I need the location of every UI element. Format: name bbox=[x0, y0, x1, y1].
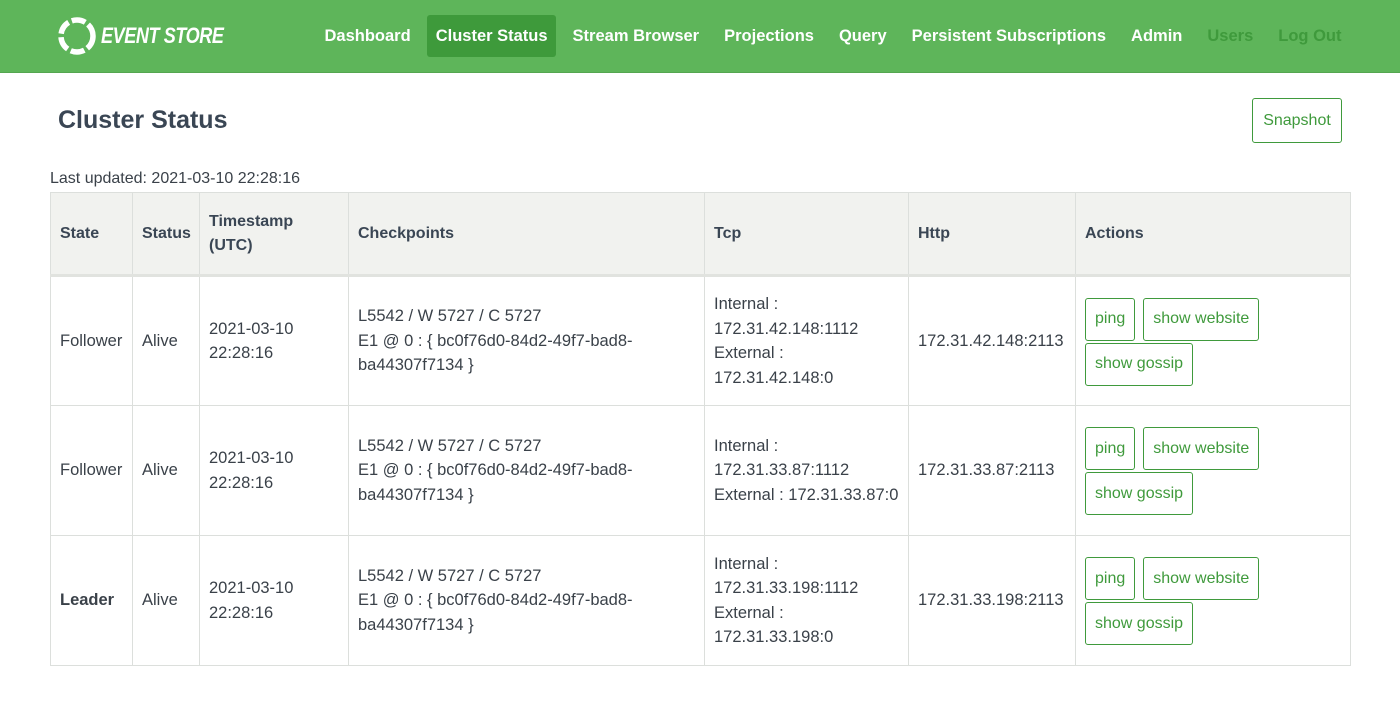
header-http: Http bbox=[908, 192, 1076, 277]
cell-state: Follower bbox=[50, 275, 133, 406]
cell-http: 172.31.33.198:2113 bbox=[908, 535, 1076, 666]
ping-button[interactable]: ping bbox=[1085, 297, 1136, 341]
table-row: Follower Alive 2021-03-10 22:28:16 L5542… bbox=[50, 405, 1351, 536]
cell-timestamp: 2021-03-10 22:28:16 bbox=[199, 405, 349, 536]
event-store-logo[interactable]: EVENT STORE bbox=[58, 16, 250, 56]
header-timestamp: Timestamp (UTC) bbox=[199, 192, 349, 277]
snapshot-button[interactable]: Snapshot bbox=[1252, 98, 1342, 143]
ping-button[interactable]: ping bbox=[1085, 557, 1136, 600]
show-gossip-button[interactable]: show gossip bbox=[1085, 602, 1194, 645]
actions-group: ping show website show gossip bbox=[1085, 555, 1341, 646]
header-status: Status bbox=[132, 192, 200, 277]
checkpoints-positions: L5542 / W 5727 / C 5727 bbox=[358, 307, 542, 326]
cell-status: Alive bbox=[132, 275, 200, 406]
nav-persistent-subscriptions[interactable]: Persistent Subscriptions bbox=[903, 15, 1114, 57]
last-updated-text: Last updated: 2021-03-10 22:28:16 bbox=[50, 170, 300, 187]
table-header-row: State Status Timestamp (UTC) Checkpoints… bbox=[50, 192, 1351, 277]
cell-tcp: Internal : 172.31.33.198:1112 External :… bbox=[704, 535, 909, 666]
tcp-external: External : 172.31.33.198:0 bbox=[714, 603, 834, 647]
page-title: Cluster Status bbox=[58, 106, 228, 134]
cell-state: Leader bbox=[50, 535, 133, 666]
brand-name: EVENT STORE bbox=[101, 23, 224, 48]
show-gossip-button[interactable]: show gossip bbox=[1085, 342, 1194, 386]
show-website-button[interactable]: show website bbox=[1143, 427, 1260, 470]
nav-cluster-status[interactable]: Cluster Status bbox=[427, 15, 557, 57]
main-nav: Dashboard Cluster Status Stream Browser … bbox=[308, 15, 1350, 57]
actions-group: ping show website show gossip bbox=[1085, 425, 1341, 516]
checkpoints-positions: L5542 / W 5727 / C 5727 bbox=[358, 566, 542, 585]
cell-actions: ping show website show gossip bbox=[1075, 535, 1351, 666]
show-website-button[interactable]: show website bbox=[1143, 557, 1260, 600]
cell-actions: ping show website show gossip bbox=[1075, 405, 1351, 536]
event-store-logo-icon bbox=[58, 17, 96, 55]
header-checkpoints: Checkpoints bbox=[348, 192, 705, 277]
cell-timestamp: 2021-03-10 22:28:16 bbox=[199, 535, 349, 666]
nav-query[interactable]: Query bbox=[830, 15, 895, 57]
cell-actions: ping show website show gossip bbox=[1075, 275, 1351, 406]
cell-checkpoints: L5542 / W 5727 / C 5727 E1 @ 0 : { bc0f7… bbox=[348, 275, 705, 406]
cluster-status-table: State Status Timestamp (UTC) Checkpoints… bbox=[50, 192, 1351, 666]
checkpoints-epoch: E1 @ 0 : { bc0f76d0-84d2-49f7-bad8-ba443… bbox=[358, 591, 633, 634]
cell-tcp: Internal : 172.31.42.148:1112 External :… bbox=[704, 275, 909, 406]
tcp-external: External : 172.31.33.87:0 bbox=[714, 485, 899, 504]
ping-button[interactable]: ping bbox=[1085, 427, 1136, 470]
table-row: Leader Alive 2021-03-10 22:28:16 L5542 /… bbox=[50, 535, 1351, 666]
nav-dashboard[interactable]: Dashboard bbox=[316, 15, 419, 57]
cell-timestamp: 2021-03-10 22:28:16 bbox=[199, 275, 349, 406]
checkpoints-epoch: E1 @ 0 : { bc0f76d0-84d2-49f7-bad8-ba443… bbox=[358, 461, 633, 504]
checkpoints-positions: L5542 / W 5727 / C 5727 bbox=[358, 436, 542, 455]
header-state: State bbox=[50, 192, 133, 277]
show-gossip-button[interactable]: show gossip bbox=[1085, 472, 1194, 515]
nav-users[interactable]: Users bbox=[1199, 15, 1262, 57]
cell-checkpoints: L5542 / W 5727 / C 5727 E1 @ 0 : { bc0f7… bbox=[348, 405, 705, 536]
show-website-button[interactable]: show website bbox=[1143, 297, 1260, 341]
cell-tcp: Internal : 172.31.33.87:1112 External : … bbox=[704, 405, 909, 536]
table-row: Follower Alive 2021-03-10 22:28:16 L5542… bbox=[50, 275, 1351, 406]
cell-state: Follower bbox=[50, 405, 133, 536]
header-actions: Actions bbox=[1075, 192, 1351, 277]
tcp-internal: Internal : 172.31.33.87:1112 bbox=[714, 436, 850, 480]
cell-status: Alive bbox=[132, 535, 200, 666]
nav-admin[interactable]: Admin bbox=[1123, 15, 1191, 57]
checkpoints-epoch: E1 @ 0 : { bc0f76d0-84d2-49f7-bad8-ba443… bbox=[358, 331, 633, 375]
top-navbar: EVENT STORE Dashboard Cluster Status Str… bbox=[0, 0, 1400, 73]
nav-stream-browser[interactable]: Stream Browser bbox=[564, 15, 708, 57]
cell-http: 172.31.33.87:2113 bbox=[908, 405, 1076, 536]
tcp-external: External : 172.31.42.148:0 bbox=[714, 344, 834, 387]
nav-log-out[interactable]: Log Out bbox=[1270, 15, 1350, 57]
tcp-internal: Internal : 172.31.42.148:1112 bbox=[714, 295, 859, 338]
cell-checkpoints: L5542 / W 5727 / C 5727 E1 @ 0 : { bc0f7… bbox=[348, 535, 705, 666]
cell-http: 172.31.42.148:2113 bbox=[908, 275, 1076, 406]
header-tcp: Tcp bbox=[704, 192, 909, 277]
tcp-internal: Internal : 172.31.33.198:1112 bbox=[714, 554, 859, 598]
cell-status: Alive bbox=[132, 405, 200, 536]
actions-group: ping show website show gossip bbox=[1085, 296, 1341, 387]
nav-projections[interactable]: Projections bbox=[716, 15, 823, 57]
